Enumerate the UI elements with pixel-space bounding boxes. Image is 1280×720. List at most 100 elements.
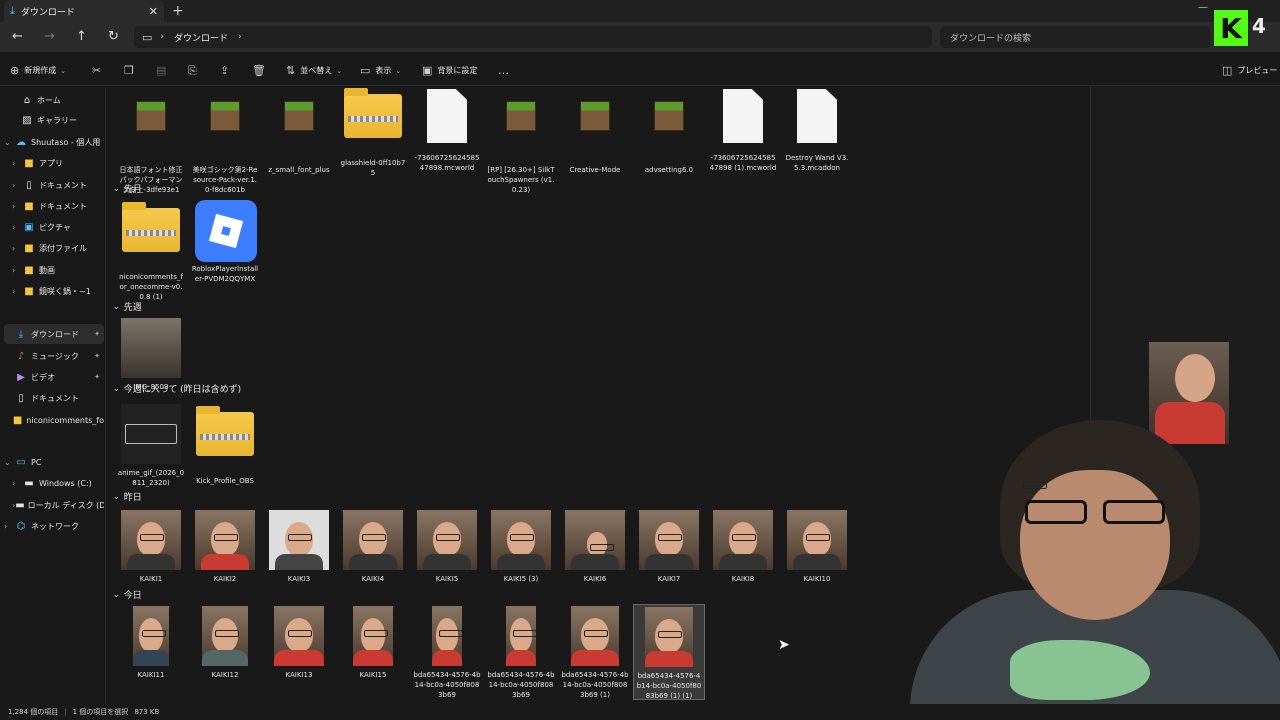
sidebar-item-onedrive[interactable]: ⌄ ☁ Shuutaso - 個人用: [4, 132, 104, 152]
chevron-right-icon[interactable]: ›: [238, 32, 242, 42]
sidebar-item-downloads[interactable]: ⤓ ダウンロード ✦: [4, 324, 104, 344]
sidebar-item-documents-quick[interactable]: ▯ ドキュメント: [4, 388, 104, 408]
file-item[interactable]: glasshield-0ff10b75: [337, 86, 409, 178]
file-item[interactable]: Destroy Wand V3.5.3.mcaddon: [781, 86, 853, 173]
tab-downloads[interactable]: ⤓ ダウンロード ✕: [4, 0, 164, 22]
photo-thumbnail: [491, 510, 551, 570]
file-item[interactable]: [RP] [26.30+] SilkTouchSpawners (v1.0.23…: [485, 86, 557, 195]
group-header-this-week[interactable]: ⌄ 今週に入って (昨日は含めず): [113, 382, 241, 395]
minecraft-pack-icon: [639, 101, 699, 161]
file-item[interactable]: KAIKI8: [707, 510, 779, 584]
file-item[interactable]: anime_gif_(2026_0811_2320): [115, 404, 187, 488]
group-header-yesterday[interactable]: ⌄ 昨日: [113, 490, 142, 503]
file-item[interactable]: IMG_8509: [115, 318, 187, 392]
sort-button[interactable]: ⇅ 並べ替え ⌄: [286, 64, 342, 77]
share-button[interactable]: ⇪: [220, 64, 234, 77]
group-header-today[interactable]: ⌄ 今日: [113, 588, 142, 601]
file-item[interactable]: KAIKI13: [263, 606, 335, 680]
chevron-right-icon[interactable]: ›: [160, 32, 164, 42]
file-item[interactable]: KAIKI3: [263, 510, 335, 584]
file-item[interactable]: 日本語フォント修正パックパフォーマンス向上-3dfe93e1: [115, 86, 187, 195]
folder-icon: ■: [12, 414, 23, 426]
chevron-down-icon: ⌄: [60, 66, 67, 75]
file-item[interactable]: RobloxPlayerInstaller-PVDM2QQYMX: [189, 200, 261, 284]
gif-thumbnail: [121, 404, 181, 464]
file-item[interactable]: KAIKI5: [411, 510, 483, 584]
new-button[interactable]: ⊕ 新規作成 ⌄: [10, 64, 66, 77]
file-item[interactable]: bda65434-4576-4b14-bc0a-4050f8083b69: [485, 606, 557, 700]
sidebar-item-attachments[interactable]: › ■ 添付ファイル: [12, 238, 104, 258]
chevron-down-icon: ⌄: [113, 384, 120, 393]
cut-button[interactable]: ✂: [92, 64, 106, 77]
back-button[interactable]: ←: [12, 29, 23, 44]
photo-thumbnail: [269, 510, 329, 570]
sidebar-item-videos-folder[interactable]: › ■ 動画: [12, 260, 104, 280]
file-item[interactable]: KAIKI2: [189, 510, 261, 584]
address-bar[interactable]: ▭ › ダウンロード ›: [134, 26, 932, 48]
new-tab-button[interactable]: +: [172, 3, 184, 19]
delete-button[interactable]: 🗑: [252, 64, 271, 77]
image-icon: ▣: [422, 64, 433, 77]
sidebar-item-pictures[interactable]: › ▣ ピクチャ: [12, 217, 104, 237]
search-input[interactable]: ダウンロードの検索: [940, 26, 1210, 48]
sidebar-item-home[interactable]: ⌂ ホーム: [10, 90, 104, 110]
group-header-last-month[interactable]: ⌄ 先月: [113, 182, 142, 195]
photo-thumbnail: [713, 510, 773, 570]
item-count: 1,284 個の項目: [8, 708, 59, 716]
sidebar-item-video[interactable]: ▶ ビデオ ✦: [4, 367, 104, 387]
breadcrumb-downloads[interactable]: ダウンロード: [174, 31, 228, 44]
document-icon: [417, 89, 477, 149]
file-item[interactable]: bda65434-4576-4b14-bc0a-4050f8083b69 (1): [559, 606, 631, 700]
file-item[interactable]: -7360672562458547898 (1).mcworld: [707, 86, 779, 173]
file-item[interactable]: KAIKI7: [633, 510, 705, 584]
sidebar-item-documents[interactable]: › ▯ ドキュメント: [12, 175, 104, 195]
file-item[interactable]: -7360672562458547898.mcworld: [411, 86, 483, 173]
copy-button[interactable]: ❐: [124, 64, 139, 77]
sidebar-item-folder[interactable]: › ■ 鏡咲く鍋・~1: [12, 281, 104, 301]
up-button[interactable]: ↑: [76, 29, 87, 44]
forward-button[interactable]: →: [44, 29, 55, 44]
file-item[interactable]: KAIKI12: [189, 606, 261, 680]
file-item-selected[interactable]: bda65434-4576-4b14-bc0a-4050f8083b69 (1)…: [633, 604, 705, 700]
sidebar-item-documents-folder[interactable]: › ■ ドキュメント: [12, 196, 104, 216]
sidebar-item-niconicomments[interactable]: ■ niconicomments_fo: [4, 410, 104, 430]
file-item[interactable]: KAIKI15: [337, 606, 409, 680]
file-item[interactable]: KAIKI11: [115, 606, 187, 680]
file-item[interactable]: Creative-Mode: [559, 86, 631, 175]
zip-folder-icon: [195, 406, 255, 472]
view-button[interactable]: ▭ 表示 ⌄: [360, 64, 401, 77]
group-header-last-week[interactable]: ⌄ 先週: [113, 300, 142, 313]
file-item[interactable]: KAIKI4: [337, 510, 409, 584]
more-button[interactable]: …: [498, 64, 514, 77]
minimize-icon[interactable]: —: [1198, 2, 1208, 13]
command-bar: ⊕ 新規作成 ⌄ ✂ ❐ ▤ ⎘ ⇪ 🗑 ⇅ 並べ替え ⌄ ▭ 表示 ⌄ ▣ 背景に設定 … …: [0, 56, 1280, 86]
paste-button[interactable]: ▤: [156, 64, 171, 77]
file-item[interactable]: bda65434-4576-4b14-bc0a-4050f8083b69: [411, 606, 483, 700]
sidebar-item-pc[interactable]: ⌄ ▭ PC: [4, 452, 104, 472]
sidebar-item-apps[interactable]: › ■ アプリ: [12, 153, 104, 173]
pictures-icon: ▣: [24, 221, 34, 233]
sidebar-item-drive-d[interactable]: › ▬ ローカル ディスク (D:): [12, 495, 104, 515]
zip-folder-icon: [343, 88, 403, 154]
refresh-button[interactable]: ↻: [108, 29, 119, 44]
navigation-bar: ← → ↑ ↻ ▭ › ダウンロード › ダウンロードの検索: [0, 22, 1280, 52]
sidebar-item-gallery[interactable]: ▨ ギャラリー: [10, 110, 104, 130]
gallery-icon: ▨: [22, 114, 32, 126]
file-item[interactable]: niconicomments_for_onecomme-v0.0.8 (1): [115, 200, 187, 302]
sidebar-item-drive-c[interactable]: › ▬ Windows (C:): [12, 473, 104, 493]
rename-button[interactable]: ⎘: [188, 64, 202, 78]
set-background-button[interactable]: ▣ 背景に設定: [422, 64, 477, 77]
download-icon: ⤓: [10, 4, 15, 17]
file-item[interactable]: KAIKI5 (3): [485, 510, 557, 584]
file-item[interactable]: Kick_Profile_OBS: [189, 404, 261, 486]
file-item[interactable]: advsetting6.0: [633, 86, 705, 175]
file-item[interactable]: 美咲ゴシック第2-Resource-Pack-ver.1.0-f8dc601b: [189, 86, 261, 195]
file-item[interactable]: KAIKI1: [115, 510, 187, 584]
file-item[interactable]: KAIKI6: [559, 510, 631, 584]
file-item[interactable]: z_small_font_plus: [263, 86, 335, 175]
sidebar-item-network[interactable]: › ⌬ ネットワーク: [4, 516, 104, 536]
preview-button[interactable]: ◫ プレビュー: [1222, 64, 1277, 77]
close-tab-icon[interactable]: ✕: [149, 5, 158, 18]
sidebar-item-music[interactable]: ♪ ミュージック ✦: [4, 346, 104, 366]
music-icon: ♪: [17, 350, 25, 362]
